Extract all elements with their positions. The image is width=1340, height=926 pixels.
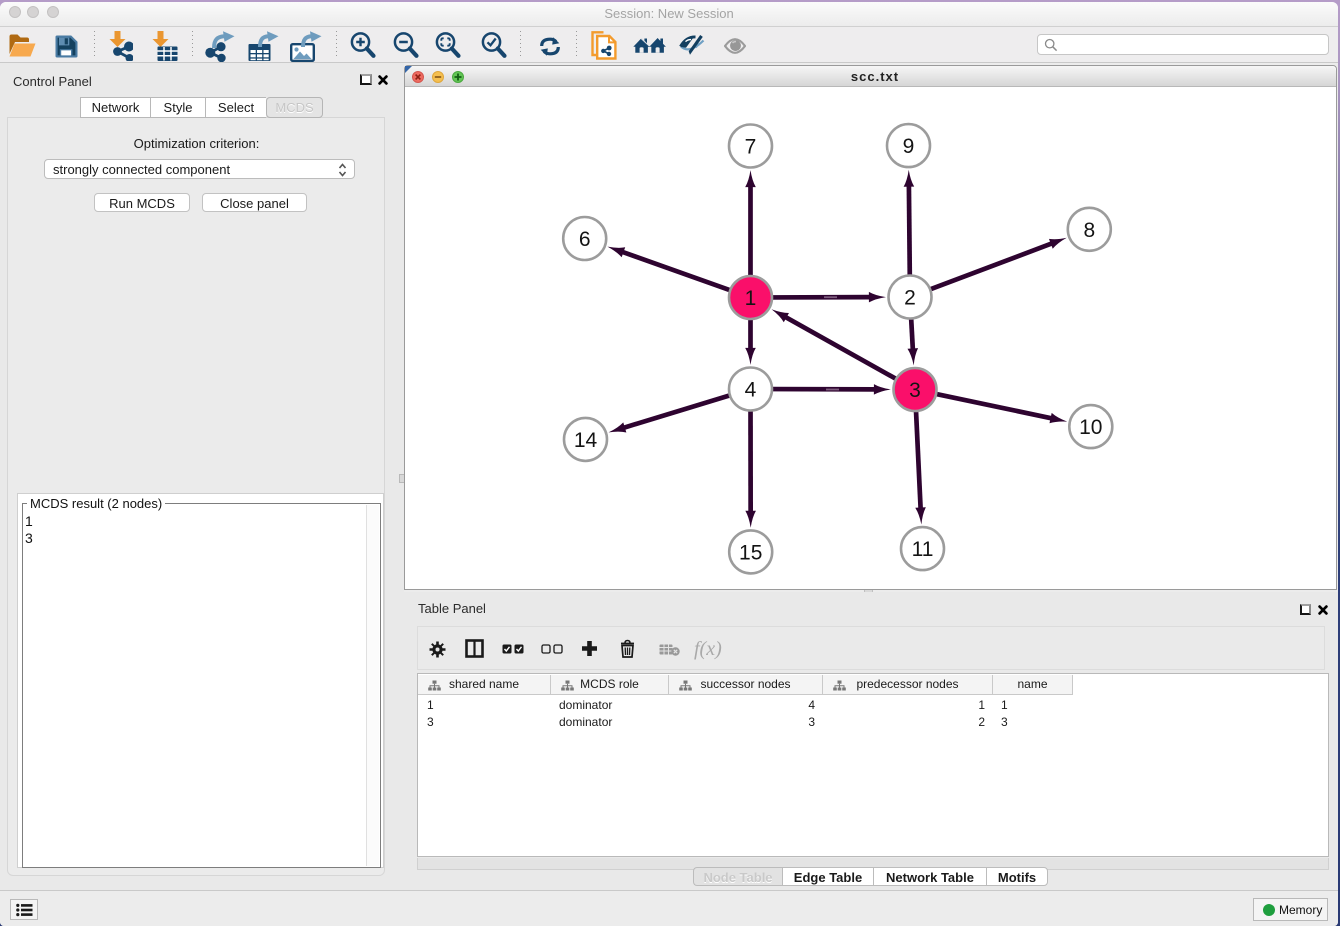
svg-text:3: 3 [909,379,921,402]
svg-text:1: 1 [745,287,757,310]
svg-text:7: 7 [745,136,757,159]
svg-text:8: 8 [1083,219,1095,242]
svg-text:2: 2 [904,287,916,310]
svg-text:11: 11 [912,538,934,561]
svg-text:6: 6 [579,228,591,251]
svg-text:10: 10 [1079,416,1102,439]
svg-text:15: 15 [739,541,762,564]
svg-text:4: 4 [745,379,757,402]
svg-text:9: 9 [903,135,915,158]
svg-text:14: 14 [574,429,598,452]
